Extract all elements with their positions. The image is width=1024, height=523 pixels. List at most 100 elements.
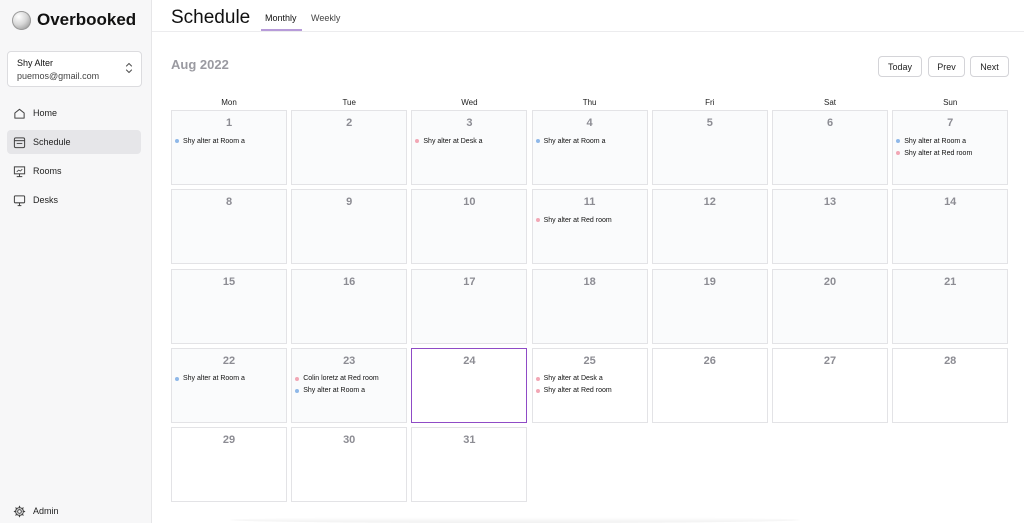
calendar-day[interactable]: 22 Shy alter at Room a <box>171 347 287 423</box>
calendar-day[interactable]: 23 Colin loretz at Red room Shy alter at R… <box>291 347 408 423</box>
calendar-day[interactable]: 1 Shy alter at Room a <box>171 110 287 185</box>
calendar-day[interactable]: 16 <box>291 268 408 344</box>
sidebar-item-desks[interactable]: Desks <box>7 188 141 212</box>
calendar-day[interactable]: 17 <box>411 268 528 344</box>
day-number: 28 <box>944 354 957 367</box>
event-item[interactable]: Shy alter at Desk a <box>535 373 645 385</box>
user-email: puemos@gmail.com <box>17 71 100 81</box>
event-item[interactable]: Shy alter at Room a <box>895 135 1005 147</box>
calendar-day[interactable]: 18 <box>531 268 648 344</box>
sidebar-item-label: Admin <box>33 506 59 516</box>
header-divider <box>152 31 1024 32</box>
day-number: 1 <box>225 117 233 129</box>
event-list: Shy alter at Room a Shy alter at Red room <box>895 135 1005 159</box>
calendar-day[interactable]: 29 <box>171 427 287 503</box>
calendar-day[interactable]: 5 <box>651 110 768 185</box>
event-item[interactable]: Colin loretz at Red room <box>294 373 404 385</box>
calendar-day[interactable]: 12 <box>651 189 768 265</box>
day-number: 30 <box>343 434 356 447</box>
calendar-day[interactable]: 15 <box>171 268 287 344</box>
day-number: 26 <box>703 354 716 367</box>
event-text: Shy alter at Room a <box>183 375 245 383</box>
calendar-day[interactable]: 26 <box>651 347 768 423</box>
event-dot-icon <box>896 151 901 155</box>
event-dot-icon <box>295 376 300 381</box>
calendar-day[interactable]: 28 <box>892 347 1009 423</box>
day-number: 2 <box>346 117 353 129</box>
day-number: 10 <box>463 196 476 209</box>
sidebar-item-admin[interactable]: Admin <box>7 499 141 523</box>
calendar-day[interactable]: 8 <box>171 189 287 265</box>
calendar-day[interactable]: 6 <box>772 110 888 185</box>
event-dot-icon <box>535 218 540 223</box>
event-list: Shy alter at Room a <box>174 135 284 147</box>
calendar-day[interactable]: 13 <box>772 189 888 265</box>
event-text: Colin loretz at Red room <box>303 375 379 383</box>
day-number: 9 <box>346 196 353 209</box>
event-item[interactable]: Shy alter at Room a <box>174 135 284 147</box>
weekday-header: Sat <box>823 98 836 107</box>
event-item[interactable]: Shy alter at Red room <box>535 385 645 397</box>
event-item[interactable]: Shy alter at Red room <box>895 147 1005 159</box>
weekday-header: Fri <box>705 98 715 107</box>
calendar-day[interactable]: 7 Shy alter at Room a Shy alter at Red roo… <box>892 110 1009 185</box>
calendar-icon <box>12 135 26 149</box>
day-number: 5 <box>706 117 713 129</box>
calendar-day[interactable]: 4 Shy alter at Room a <box>531 110 648 185</box>
event-text: Shy alter at Desk a <box>423 137 483 145</box>
scroll-shadow <box>230 517 800 523</box>
event-text: Shy alter at Red room <box>543 216 612 224</box>
event-text: Shy alter at Red room <box>904 149 973 157</box>
event-dot-icon <box>415 139 420 143</box>
sidebar-item-home[interactable]: Home <box>7 101 141 125</box>
event-item[interactable]: Shy alter at Red room <box>535 214 645 226</box>
calendar-day[interactable]: 14 <box>892 189 1009 265</box>
day-number: 22 <box>222 354 236 367</box>
event-dot-icon <box>535 139 540 143</box>
event-item[interactable]: Shy alter at Room a <box>174 373 284 385</box>
day-number: 29 <box>222 434 236 447</box>
calendar-day[interactable]: 9 <box>291 189 408 265</box>
calendar-day[interactable]: 10 <box>411 189 528 265</box>
event-text: Shy alter at Room a <box>183 137 245 145</box>
calendar-day[interactable]: 30 <box>291 427 408 503</box>
sidebar-item-label: Home <box>33 108 58 118</box>
day-number: 15 <box>222 275 236 288</box>
event-list: Shy alter at Desk a Shy alter at Red room <box>535 373 645 397</box>
day-number: 16 <box>343 275 356 288</box>
day-number: 25 <box>583 354 596 367</box>
calendar-day[interactable]: 3 Shy alter at Desk a <box>411 110 528 185</box>
user-switcher[interactable]: Shy Alter puemos@gmail.com <box>7 51 142 87</box>
calendar-day[interactable]: 2 <box>291 110 408 185</box>
event-list: Colin loretz at Red room Shy alter at Roo… <box>294 373 404 397</box>
day-number: 8 <box>225 196 233 209</box>
today-button[interactable]: Today <box>878 56 922 77</box>
sidebar-item-schedule[interactable]: Schedule <box>7 130 141 154</box>
sidebar-item-label: Desks <box>33 195 59 205</box>
event-item[interactable]: Shy alter at Desk a <box>414 135 524 147</box>
event-list: Shy alter at Room a <box>535 135 645 147</box>
event-item[interactable]: Shy alter at Room a <box>294 385 404 397</box>
logo-icon <box>12 10 31 30</box>
calendar-day[interactable]: 20 <box>772 268 888 344</box>
tab-monthly[interactable]: Monthly <box>265 13 297 23</box>
tab-weekly[interactable]: Weekly <box>311 13 340 23</box>
calendar-day[interactable]: 19 <box>651 268 768 344</box>
event-list: Shy alter at Room a <box>174 373 284 385</box>
sidebar-item-rooms[interactable]: Rooms <box>7 159 141 183</box>
event-dot-icon <box>535 376 540 381</box>
brand[interactable]: Overbooked <box>12 9 136 31</box>
prev-button[interactable]: Prev <box>928 56 965 77</box>
calendar-day[interactable]: 25 Shy alter at Desk a Shy alter at Red ro… <box>531 347 648 423</box>
event-text: Shy alter at Room a <box>904 137 967 145</box>
calendar-day[interactable]: 27 <box>772 347 888 423</box>
calendar-day[interactable]: 11 Shy alter at Red room <box>531 189 648 265</box>
home-icon <box>12 106 26 120</box>
calendar-day-today[interactable]: 24 <box>411 347 528 423</box>
event-item[interactable]: Shy alter at Room a <box>535 135 645 147</box>
next-button[interactable]: Next <box>970 56 1009 77</box>
event-dot-icon <box>896 139 901 143</box>
calendar-day[interactable]: 31 <box>411 427 528 503</box>
day-number: 11 <box>583 196 596 209</box>
calendar-day[interactable]: 21 <box>892 268 1009 344</box>
